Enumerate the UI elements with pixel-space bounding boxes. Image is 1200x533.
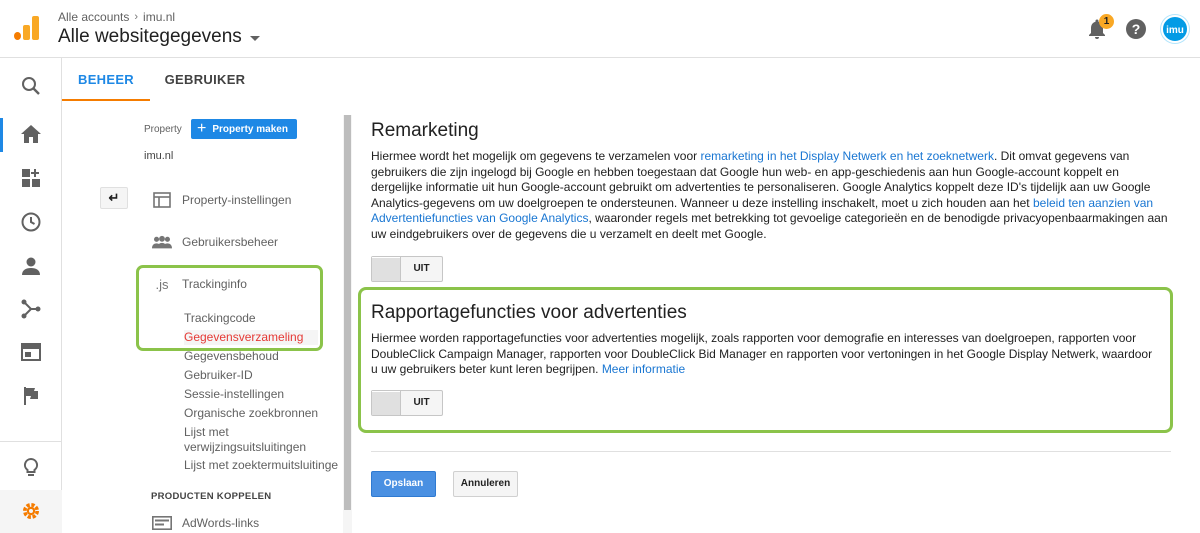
nav-label: Property-instellingen [182,193,292,207]
property-settings-icon [152,192,172,208]
nav-sub-sessie-instellingen[interactable]: Sessie-instellingen [184,387,284,402]
tab-beheer[interactable]: BEHEER [62,58,150,101]
text-segment: Hiermee worden rapportagefuncties voor a… [371,331,1153,376]
remarketing-description: Hiermee wordt het mogelijk om gegevens t… [371,149,1171,242]
cancel-button[interactable]: Annuleren [453,471,518,497]
tracking-highlight-box [136,265,323,351]
flag-icon[interactable] [19,384,43,408]
meer-informatie-link[interactable]: Meer informatie [602,362,685,376]
plus-icon: + [197,120,207,137]
divider [371,451,1171,452]
back-arrow-icon[interactable]: ↵ [100,187,128,209]
rapportage-description: Hiermee worden rapportagefuncties voor a… [371,331,1161,378]
nav-sub-organische-zoekbronnen[interactable]: Organische zoekbronnen [184,406,318,421]
dropdown-caret-icon [249,36,260,41]
breadcrumb-property[interactable]: imu.nl [143,10,175,24]
nav-label: AdWords-links [182,516,260,530]
breadcrumb-account[interactable]: Alle accounts [58,10,129,24]
text-segment: Hiermee wordt het mogelijk om gegevens t… [371,149,701,163]
create-property-button[interactable]: + Property maken [191,119,297,139]
remarketing-link[interactable]: remarketing in het Display Netwerk en he… [700,149,993,163]
nav-label: Gebruikersbeheer [182,235,279,249]
notification-badge: 1 [1099,14,1114,29]
analytics-logo-icon[interactable] [14,16,40,40]
rail-active-indicator [0,118,3,152]
avatar[interactable]: imu [1161,15,1189,43]
rapportage-toggle[interactable]: UIT [371,390,443,416]
property-selector[interactable]: imu.nl [144,150,173,162]
rapportage-title: Rapportagefuncties voor advertenties [371,302,687,323]
behavior-icon[interactable] [19,340,43,364]
toggle-knob [372,391,401,415]
nav-adwords-links[interactable]: AdWords-links [152,513,259,533]
nav-scrollbar-thumb[interactable] [344,115,351,510]
nav-user-management[interactable]: Gebruikersbeheer [152,232,278,252]
gear-icon[interactable] [19,499,43,523]
remarketing-title: Remarketing [371,120,479,141]
search-icon[interactable] [19,74,43,98]
nav-sub-gebruiker-id[interactable]: Gebruiker-ID [184,368,253,383]
admin-tabs: BEHEER GEBRUIKER [62,58,1200,101]
save-button[interactable]: Opslaan [371,471,436,497]
nav-property-settings[interactable]: Property-instellingen [152,190,291,210]
help-icon[interactable]: ? [1126,19,1146,39]
section-heading-producten-koppelen: PRODUCTEN KOPPELEN [151,491,272,502]
property-label: Property [144,124,182,135]
adwords-icon [152,516,172,530]
page-title: Alle websitegegevens [58,26,242,47]
lightbulb-icon[interactable] [19,456,43,480]
nav-sub-verwijzingsuitsluitingen[interactable]: Lijst met verwijzingsuitsluitingen [184,425,306,455]
breadcrumb: Alle accounts › imu.nl [58,10,175,24]
nav-sub-label: Lijst met [184,425,229,439]
nav-sub-gegevensbehoud[interactable]: Gegevensbehoud [184,349,279,364]
chevron-right-icon: › [134,11,139,23]
create-property-label: Property maken [212,123,288,135]
remarketing-toggle[interactable]: UIT [371,256,443,282]
home-icon[interactable] [19,122,43,146]
person-icon[interactable] [19,254,43,278]
rail-divider [0,441,62,442]
tab-gebruiker[interactable]: GEBRUIKER [150,58,260,101]
left-icon-rail [0,58,62,533]
users-icon [152,235,172,249]
nav-sub-label: verwijzingsuitsluitingen [184,440,307,454]
toggle-knob [372,257,401,281]
top-header: Alle accounts › imu.nl Alle websitegegev… [0,0,1200,58]
view-selector[interactable]: Alle websitegegevens [58,26,260,48]
acquisition-icon[interactable] [19,297,43,321]
toggle-label: UIT [413,263,430,274]
dashboard-icon[interactable] [19,166,43,190]
toggle-label: UIT [413,397,430,408]
nav-sub-zoektermuitsluitingen[interactable]: Lijst met zoektermuitsluitinge [184,458,340,473]
clock-icon[interactable] [19,210,43,234]
